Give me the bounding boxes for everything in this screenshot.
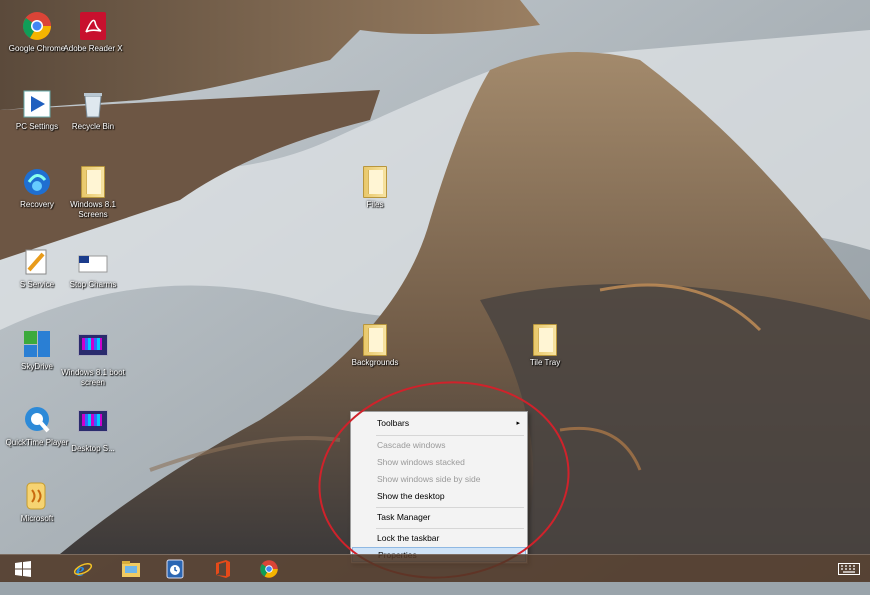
- menu-separator: [376, 528, 524, 529]
- desktop-icon-boot-screen[interactable]: Windows 8.1 boot screen: [58, 328, 128, 388]
- taskbar-touch-keyboard[interactable]: [836, 557, 862, 580]
- app-icon: [21, 480, 53, 512]
- desktop-icon-label: Adobe Reader X: [63, 44, 123, 53]
- skydrive-icon: [21, 328, 53, 360]
- desktop-icon-label: Backgrounds: [351, 358, 399, 367]
- menu-item-show-the-desktop[interactable]: Show the desktop: [352, 489, 526, 504]
- folder-icon: [359, 324, 391, 356]
- taskbar: e: [0, 554, 870, 582]
- taskbar-chrome[interactable]: [256, 557, 282, 580]
- desktop-icon-label: Recycle Bin: [71, 122, 115, 131]
- taskbar-context-menu: Toolbars ▸ Cascade windows Show windows …: [350, 411, 528, 564]
- desktop-icon-stop-charms[interactable]: Stop Charms: [58, 246, 128, 290]
- menu-item-label: Cascade windows: [377, 440, 446, 450]
- desktop-icon-files-folder[interactable]: Files: [340, 166, 410, 210]
- desktop-icon-label: Windows 8.1 Screens: [70, 200, 116, 219]
- menu-item-label: Show windows side by side: [377, 474, 481, 484]
- taskbar-file-explorer[interactable]: [118, 557, 144, 580]
- svg-text:e: e: [76, 560, 85, 579]
- menu-item-label: Task Manager: [377, 512, 431, 522]
- settings-shortcut-icon: [21, 88, 53, 120]
- desktop-icon-label: Tile Tray: [529, 358, 561, 367]
- taskbar-internet-explorer[interactable]: e: [70, 557, 96, 580]
- keyboard-icon: [838, 562, 860, 575]
- desktop-icon-adobe-reader[interactable]: Adobe Reader X: [58, 10, 128, 54]
- recycle-bin-icon: [77, 88, 109, 120]
- desktop-icon-desktop-s[interactable]: Desktop S...: [58, 404, 128, 454]
- menu-item-show-windows-stacked[interactable]: Show windows stacked: [352, 455, 526, 470]
- menu-item-lock-the-taskbar[interactable]: Lock the taskbar: [352, 531, 526, 546]
- menu-item-toolbars[interactable]: Toolbars ▸: [352, 416, 526, 431]
- menu-separator: [376, 507, 524, 508]
- desktop-icon-windows81-screens[interactable]: Windows 8.1 Screens: [58, 166, 128, 220]
- desktop-icon-microsoft[interactable]: Microsoft: [2, 480, 72, 524]
- menu-item-label: Lock the taskbar: [377, 533, 440, 543]
- quicktime-icon: [21, 404, 53, 436]
- menu-item-label: Show windows stacked: [377, 457, 465, 467]
- menu-item-label: Toolbars: [377, 418, 410, 428]
- start-icon: [15, 560, 31, 577]
- office-icon: [216, 559, 230, 578]
- menu-item-show-windows-side-by-side[interactable]: Show windows side by side: [352, 472, 526, 487]
- recovery-icon: [21, 166, 53, 198]
- menu-separator: [376, 435, 524, 436]
- desktop-icon-label: Windows 8.1 boot screen: [61, 368, 125, 387]
- desktop-icon-label: Microsoft: [20, 514, 54, 523]
- tile-icon: [77, 410, 109, 442]
- pdf-icon: [77, 10, 109, 42]
- start-button[interactable]: [10, 557, 36, 580]
- menu-item-cascade-windows[interactable]: Cascade windows: [352, 438, 526, 453]
- task-scheduler-icon: [166, 559, 184, 578]
- submenu-arrow-icon: ▸: [516, 420, 520, 427]
- desktop-icon-label: Desktop S...: [71, 444, 115, 453]
- folder-icon: [359, 166, 391, 198]
- desktop-icon-tile-tray-folder[interactable]: Tile Tray: [510, 324, 580, 368]
- menu-item-task-manager[interactable]: Task Manager: [352, 510, 526, 525]
- file-explorer-icon: [122, 560, 140, 577]
- desktop-icon-recycle-bin[interactable]: Recycle Bin: [58, 88, 128, 132]
- taskbar-office[interactable]: [210, 557, 236, 580]
- chrome-icon: [21, 10, 53, 42]
- folder-icon: [529, 324, 561, 356]
- internet-explorer-icon: e: [73, 560, 93, 579]
- tile-icon: [77, 334, 109, 366]
- service-icon: [21, 246, 53, 278]
- desktop-icon-label: Stop Charms: [69, 280, 117, 289]
- menu-item-label: Show the desktop: [377, 491, 445, 501]
- folder-icon: [77, 166, 109, 198]
- flag-icon: [77, 246, 109, 278]
- desktop-icon-backgrounds-folder[interactable]: Backgrounds: [340, 324, 410, 368]
- chrome-icon: [260, 559, 278, 578]
- desktop-icon-label: Files: [366, 200, 384, 209]
- taskbar-task-scheduler[interactable]: [162, 557, 188, 580]
